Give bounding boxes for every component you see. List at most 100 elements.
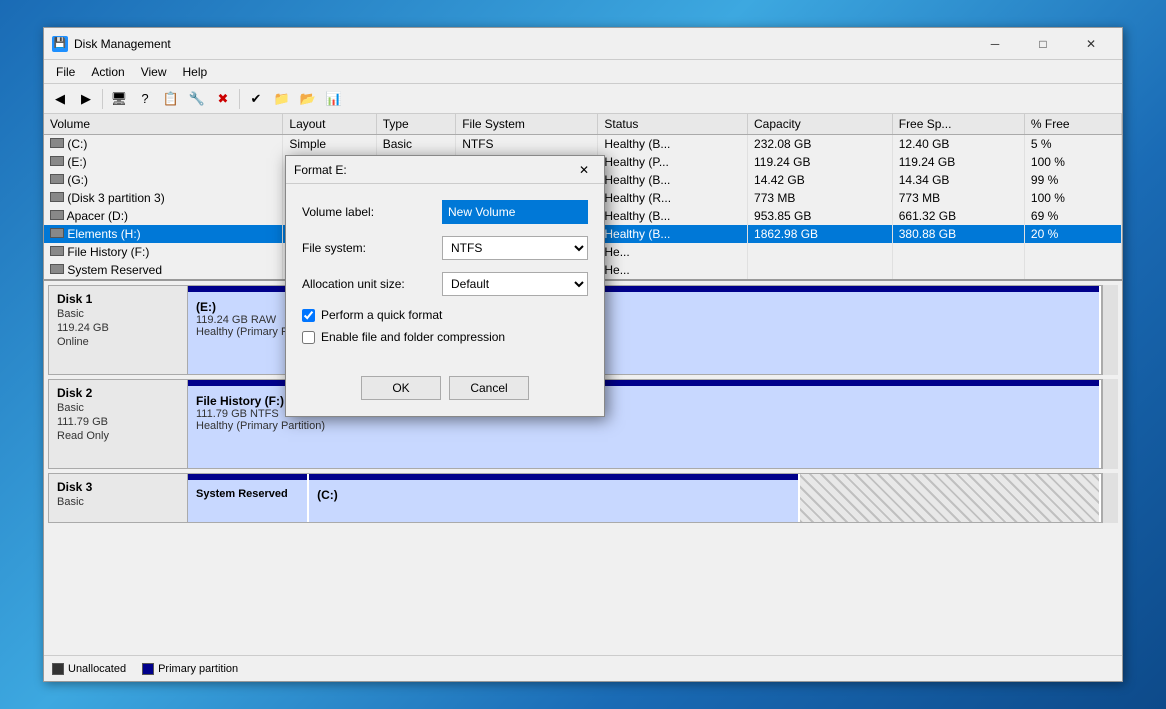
col-volume[interactable]: Volume [44, 114, 283, 135]
cell-capacity [748, 243, 893, 261]
cell-status: Healthy (B... [598, 207, 748, 225]
col-type[interactable]: Type [376, 114, 456, 135]
back-button[interactable]: ◀ [48, 87, 72, 111]
modal-close-button[interactable]: ✕ [572, 158, 596, 182]
folder-open-button[interactable]: 📁 [270, 87, 294, 111]
cell-free: 14.34 GB [892, 171, 1024, 189]
cell-pct: 69 % [1024, 207, 1121, 225]
allocation-control: Default 512 1024 2048 4096 [442, 272, 588, 296]
volume-label-control [442, 200, 588, 224]
modal-title-bar: Format E: ✕ [286, 156, 604, 184]
legend-unallocated-label: Unallocated [68, 663, 126, 675]
disk-3-name: Disk 3 [57, 480, 179, 494]
file-system-label: File system: [302, 241, 442, 255]
allocation-select[interactable]: Default 512 1024 2048 4096 [442, 272, 588, 296]
quick-format-label[interactable]: Perform a quick format [321, 308, 442, 322]
cell-capacity: 953.85 GB [748, 207, 893, 225]
col-capacity[interactable]: Capacity [748, 114, 893, 135]
cell-capacity: 119.24 GB [748, 153, 893, 171]
disk-2-status: Read Only [57, 430, 179, 442]
window-controls: ─ □ ✕ [972, 28, 1114, 60]
cell-capacity: 1862.98 GB [748, 225, 893, 243]
close-button[interactable]: ✕ [1068, 28, 1114, 60]
cell-status: Healthy (B... [598, 171, 748, 189]
modal-footer: OK Cancel [286, 368, 604, 416]
col-free[interactable]: Free Sp... [892, 114, 1024, 135]
disk-2-name: Disk 2 [57, 386, 179, 400]
disk-3-partition-c[interactable]: (C:) [309, 474, 799, 522]
disk-row-3: Disk 3 Basic System Reserved (C:) [48, 473, 1118, 523]
settings-button[interactable]: 🔧 [185, 87, 209, 111]
partition-f-status: Healthy (Primary Partition) [196, 420, 1091, 432]
compress-row: Enable file and folder compression [302, 330, 588, 344]
disk-1-size: 119.24 GB [57, 322, 179, 334]
partition-sysreserved-name: System Reserved [196, 488, 299, 500]
title-bar: 💾 Disk Management ─ □ ✕ [44, 28, 1122, 60]
allocation-label: Allocation unit size: [302, 277, 442, 291]
cell-free: 661.32 GB [892, 207, 1024, 225]
cell-pct: 100 % [1024, 189, 1121, 207]
cell-volume: System Reserved [44, 261, 283, 279]
compress-checkbox[interactable] [302, 331, 315, 344]
col-status[interactable]: Status [598, 114, 748, 135]
disk-3-scrollbar[interactable] [1102, 473, 1118, 523]
cell-free: 380.88 GB [892, 225, 1024, 243]
chart-button[interactable]: 📊 [322, 87, 346, 111]
cell-free [892, 243, 1024, 261]
disk-1-type: Basic [57, 308, 179, 320]
menu-view[interactable]: View [133, 63, 175, 81]
cell-free: 119.24 GB [892, 153, 1024, 171]
cell-status: He... [598, 261, 748, 279]
disk-1-scrollbar[interactable] [1102, 285, 1118, 375]
cell-volume: (Disk 3 partition 3) [44, 189, 283, 207]
col-filesystem[interactable]: File System [456, 114, 598, 135]
help-button[interactable]: ? [133, 87, 157, 111]
volume-label-row: Volume label: [302, 200, 588, 224]
cell-volume: (C:) [44, 135, 283, 154]
disk-1-status: Online [57, 336, 179, 348]
volume-label-label: Volume label: [302, 205, 442, 219]
minimize-button[interactable]: ─ [972, 28, 1018, 60]
forward-button[interactable]: ▶ [74, 87, 98, 111]
cell-free: 773 MB [892, 189, 1024, 207]
cell-pct: 5 % [1024, 135, 1121, 154]
compress-label[interactable]: Enable file and folder compression [321, 330, 505, 344]
cell-pct: 20 % [1024, 225, 1121, 243]
cell-capacity [748, 261, 893, 279]
col-layout[interactable]: Layout [283, 114, 376, 135]
delete-button[interactable]: ✖ [211, 87, 235, 111]
cancel-button[interactable]: Cancel [449, 376, 529, 400]
cell-volume: (E:) [44, 153, 283, 171]
disk-1-label: Disk 1 Basic 119.24 GB Online [48, 285, 188, 375]
menu-file[interactable]: File [48, 63, 83, 81]
disk-3-partition-sysreserved[interactable]: System Reserved [188, 474, 309, 522]
menu-action[interactable]: Action [83, 63, 132, 81]
volume-label-input[interactable] [442, 200, 588, 224]
disk-3-type: Basic [57, 496, 179, 508]
cell-volume: (G:) [44, 171, 283, 189]
maximize-button[interactable]: □ [1020, 28, 1066, 60]
menu-bar: File Action View Help [44, 60, 1122, 84]
cell-capacity: 773 MB [748, 189, 893, 207]
ok-button[interactable]: OK [361, 376, 441, 400]
cell-status: Healthy (R... [598, 189, 748, 207]
cell-pct [1024, 243, 1121, 261]
toolbar: ◀ ▶ 🖥 ? 📋 🔧 ✖ ✔ 📁 📂 📊 [44, 84, 1122, 114]
window-title: Disk Management [74, 37, 972, 51]
cell-free: 12.40 GB [892, 135, 1024, 154]
disk-2-scrollbar[interactable] [1102, 379, 1118, 469]
toolbar-separator-1 [102, 89, 103, 109]
folder-button[interactable]: 📂 [296, 87, 320, 111]
disk-3-partitions: System Reserved (C:) [188, 473, 1102, 523]
table-row[interactable]: (C:) Simple Basic NTFS Healthy (B... 232… [44, 135, 1122, 154]
cell-pct: 100 % [1024, 153, 1121, 171]
screen-button[interactable]: 🖥 [107, 87, 131, 111]
properties-button[interactable]: 📋 [159, 87, 183, 111]
quick-format-checkbox[interactable] [302, 309, 315, 322]
menu-help[interactable]: Help [175, 63, 216, 81]
check-button[interactable]: ✔ [244, 87, 268, 111]
col-pct[interactable]: % Free [1024, 114, 1121, 135]
cell-status: Healthy (B... [598, 225, 748, 243]
file-system-select[interactable]: NTFS FAT32 exFAT [442, 236, 588, 260]
cell-status: Healthy (P... [598, 153, 748, 171]
